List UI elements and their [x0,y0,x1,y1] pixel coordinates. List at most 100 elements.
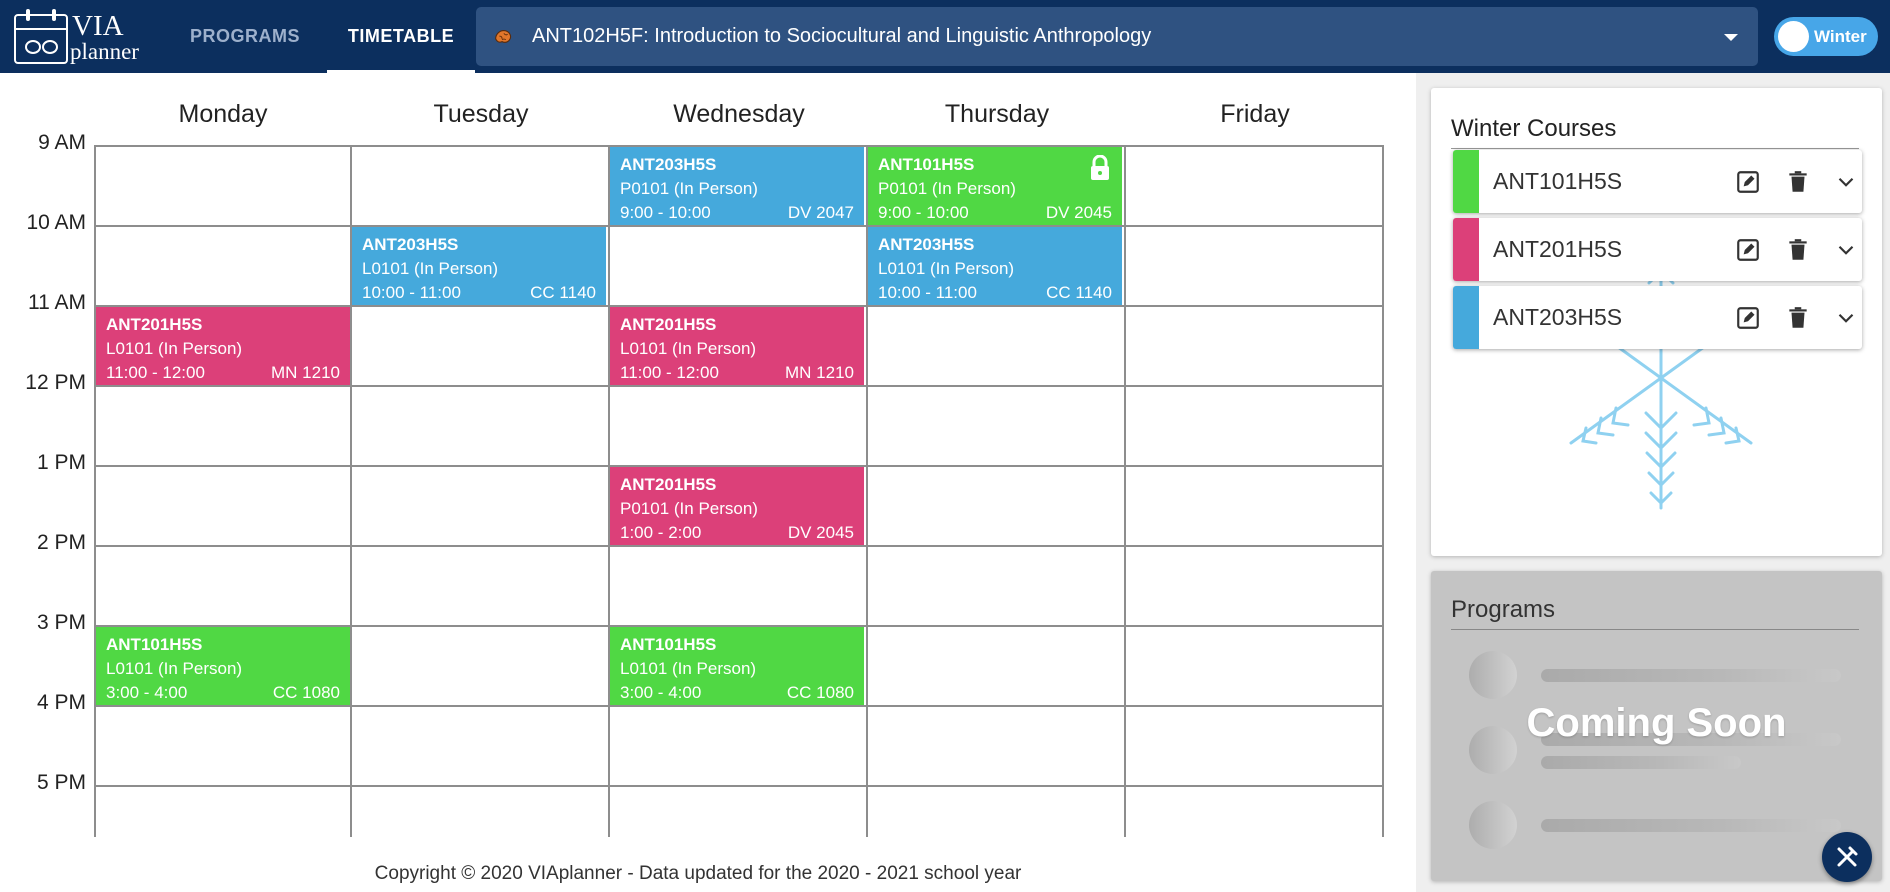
event-time: 9:00 - 10:00 [878,203,969,222]
event-section: P0101 (In Person) [620,179,758,198]
calendar-logo-icon [14,9,68,64]
event-time: 9:00 - 10:00 [620,203,711,222]
time-label-12pm: 12 PM [25,371,86,394]
course-block[interactable]: ANT203H5S P0101 (In Person) 9:00 - 10:00… [610,147,864,225]
course-block[interactable]: ANT101H5S L0101 (In Person) 3:00 - 4:00 C… [96,627,350,705]
logo-text-via: VIA [72,10,124,42]
expand-icon[interactable] [1833,237,1859,263]
event-code: ANT203H5S [620,155,717,174]
course-block[interactable]: ANT203H5S L0101 (In Person) 10:00 - 11:0… [352,227,606,305]
course-block[interactable]: ANT101H5S L0101 (In Person) 3:00 - 4:00 C… [610,627,864,705]
event-section: L0101 (In Person) [620,659,757,678]
event-section: P0101 (In Person) [620,499,758,518]
day-header-friday: Friday [1220,100,1290,128]
delete-icon[interactable] [1785,237,1811,263]
skeleton-avatar [1469,801,1517,849]
course-name: ANT101H5S [1493,168,1623,194]
course-block[interactable]: ANT201H5S L0101 (In Person) 11:00 - 12:0… [610,307,864,385]
event-room: CC 1140 [530,283,596,302]
event-code: ANT101H5S [106,635,203,654]
edit-icon[interactable] [1735,237,1761,263]
course-color-swatch [1453,218,1479,281]
grid-line [1124,145,1126,837]
tools-icon [1837,846,1858,867]
term-toggle-label: Winter [1814,27,1867,46]
edit-icon[interactable] [1735,305,1761,331]
tab-timetable[interactable]: TIMETABLE [327,0,475,73]
event-room: DV 2047 [787,203,854,222]
event-code: ANT201H5S [620,475,717,494]
event-time: 10:00 - 11:00 [878,283,977,302]
time-label-9am: 9 AM [38,131,86,154]
course-block[interactable]: ANT203H5S L0101 (In Person) 10:00 - 11:0… [868,227,1122,305]
course-block[interactable]: ANT201H5S L0101 (In Person) 11:00 - 12:0… [96,307,350,385]
grid-line [94,145,96,837]
grid-line [94,705,1384,707]
logo-text-planner: planner [70,39,139,64]
course-name: ANT203H5S [1493,304,1623,330]
delete-icon[interactable] [1785,305,1811,331]
viaplanner-logo[interactable]: VIA planner [10,8,150,64]
course-block[interactable]: ANT201H5S P0101 (In Person) 1:00 - 2:00 D… [610,467,864,545]
event-code: ANT201H5S [620,315,717,334]
winter-courses-title: Winter Courses [1451,115,1617,142]
programs-title: Programs [1451,596,1556,623]
term-toggle[interactable]: Winter [1774,17,1878,56]
event-section: P0101 (In Person) [878,179,1016,198]
course-search-select[interactable]: ANT102H5F: Introduction to Sociocultural… [476,7,1758,66]
expand-icon[interactable] [1833,305,1859,331]
day-header-wednesday: Wednesday [673,100,805,128]
grid-line [94,545,1384,547]
course-row-ant201h5s[interactable]: ANT201H5S [1453,218,1862,281]
event-room: DV 2045 [787,523,854,542]
course-color-swatch [1453,150,1479,213]
event-section: L0101 (In Person) [106,339,243,358]
event-room: MN 1210 [785,363,854,382]
programs-card: Programs Coming Soon [1431,571,1882,881]
toggle-knob [1778,21,1809,52]
brain-icon [495,30,512,43]
dropdown-arrow-icon[interactable] [1724,34,1738,41]
event-time: 3:00 - 4:00 [106,683,188,702]
delete-icon[interactable] [1785,169,1811,195]
course-row-ant203h5s[interactable]: ANT203H5S [1453,286,1862,349]
copyright-footer: Copyright © 2020 VIAplanner - Data updat… [374,863,1022,884]
day-header-monday: Monday [178,100,268,128]
event-room: CC 1140 [1046,283,1112,302]
course-block[interactable]: ANT101H5S P0101 (In Person) 9:00 - 10:00… [868,147,1122,225]
event-time: 11:00 - 12:00 [106,363,205,382]
course-name: ANT201H5S [1493,236,1623,262]
skeleton-line [1541,819,1841,832]
event-room: MN 1210 [271,363,340,382]
event-room: DV 2045 [1045,203,1112,222]
day-header-tuesday: Tuesday [433,100,529,128]
event-section: L0101 (In Person) [106,659,243,678]
event-section: L0101 (In Person) [878,259,1015,278]
grid-line [94,785,1384,787]
event-time: 11:00 - 12:00 [620,363,719,382]
course-row-ant101h5s[interactable]: ANT101H5S [1453,150,1862,213]
skeleton-line [1541,756,1741,769]
grid-line [94,225,1384,227]
tools-fab-button[interactable] [1822,832,1872,882]
expand-icon[interactable] [1833,169,1859,195]
event-time: 10:00 - 11:00 [362,283,461,302]
search-selected-course: ANT102H5F: Introduction to Sociocultural… [532,25,1152,47]
course-color-swatch [1453,286,1479,349]
grid-line [94,385,1384,387]
coming-soon-overlay: Coming Soon [1526,701,1787,745]
time-label-4pm: 4 PM [36,691,86,714]
tab-programs[interactable]: PROGRAMS [170,0,320,73]
event-section: L0101 (In Person) [362,259,499,278]
divider [1451,148,1859,149]
time-label-5pm: 5 PM [36,771,86,794]
event-code: ANT203H5S [362,235,459,254]
event-code: ANT203H5S [878,235,975,254]
edit-icon[interactable] [1735,169,1761,195]
day-header-thursday: Thursday [944,100,1050,128]
timetable-grid: ANT203H5S P0101 (In Person) 9:00 - 10:00… [94,145,1384,837]
event-code: ANT101H5S [878,155,975,174]
skeleton-line [1541,669,1841,682]
event-section: L0101 (In Person) [620,339,757,358]
lock-icon[interactable] [1088,155,1112,181]
